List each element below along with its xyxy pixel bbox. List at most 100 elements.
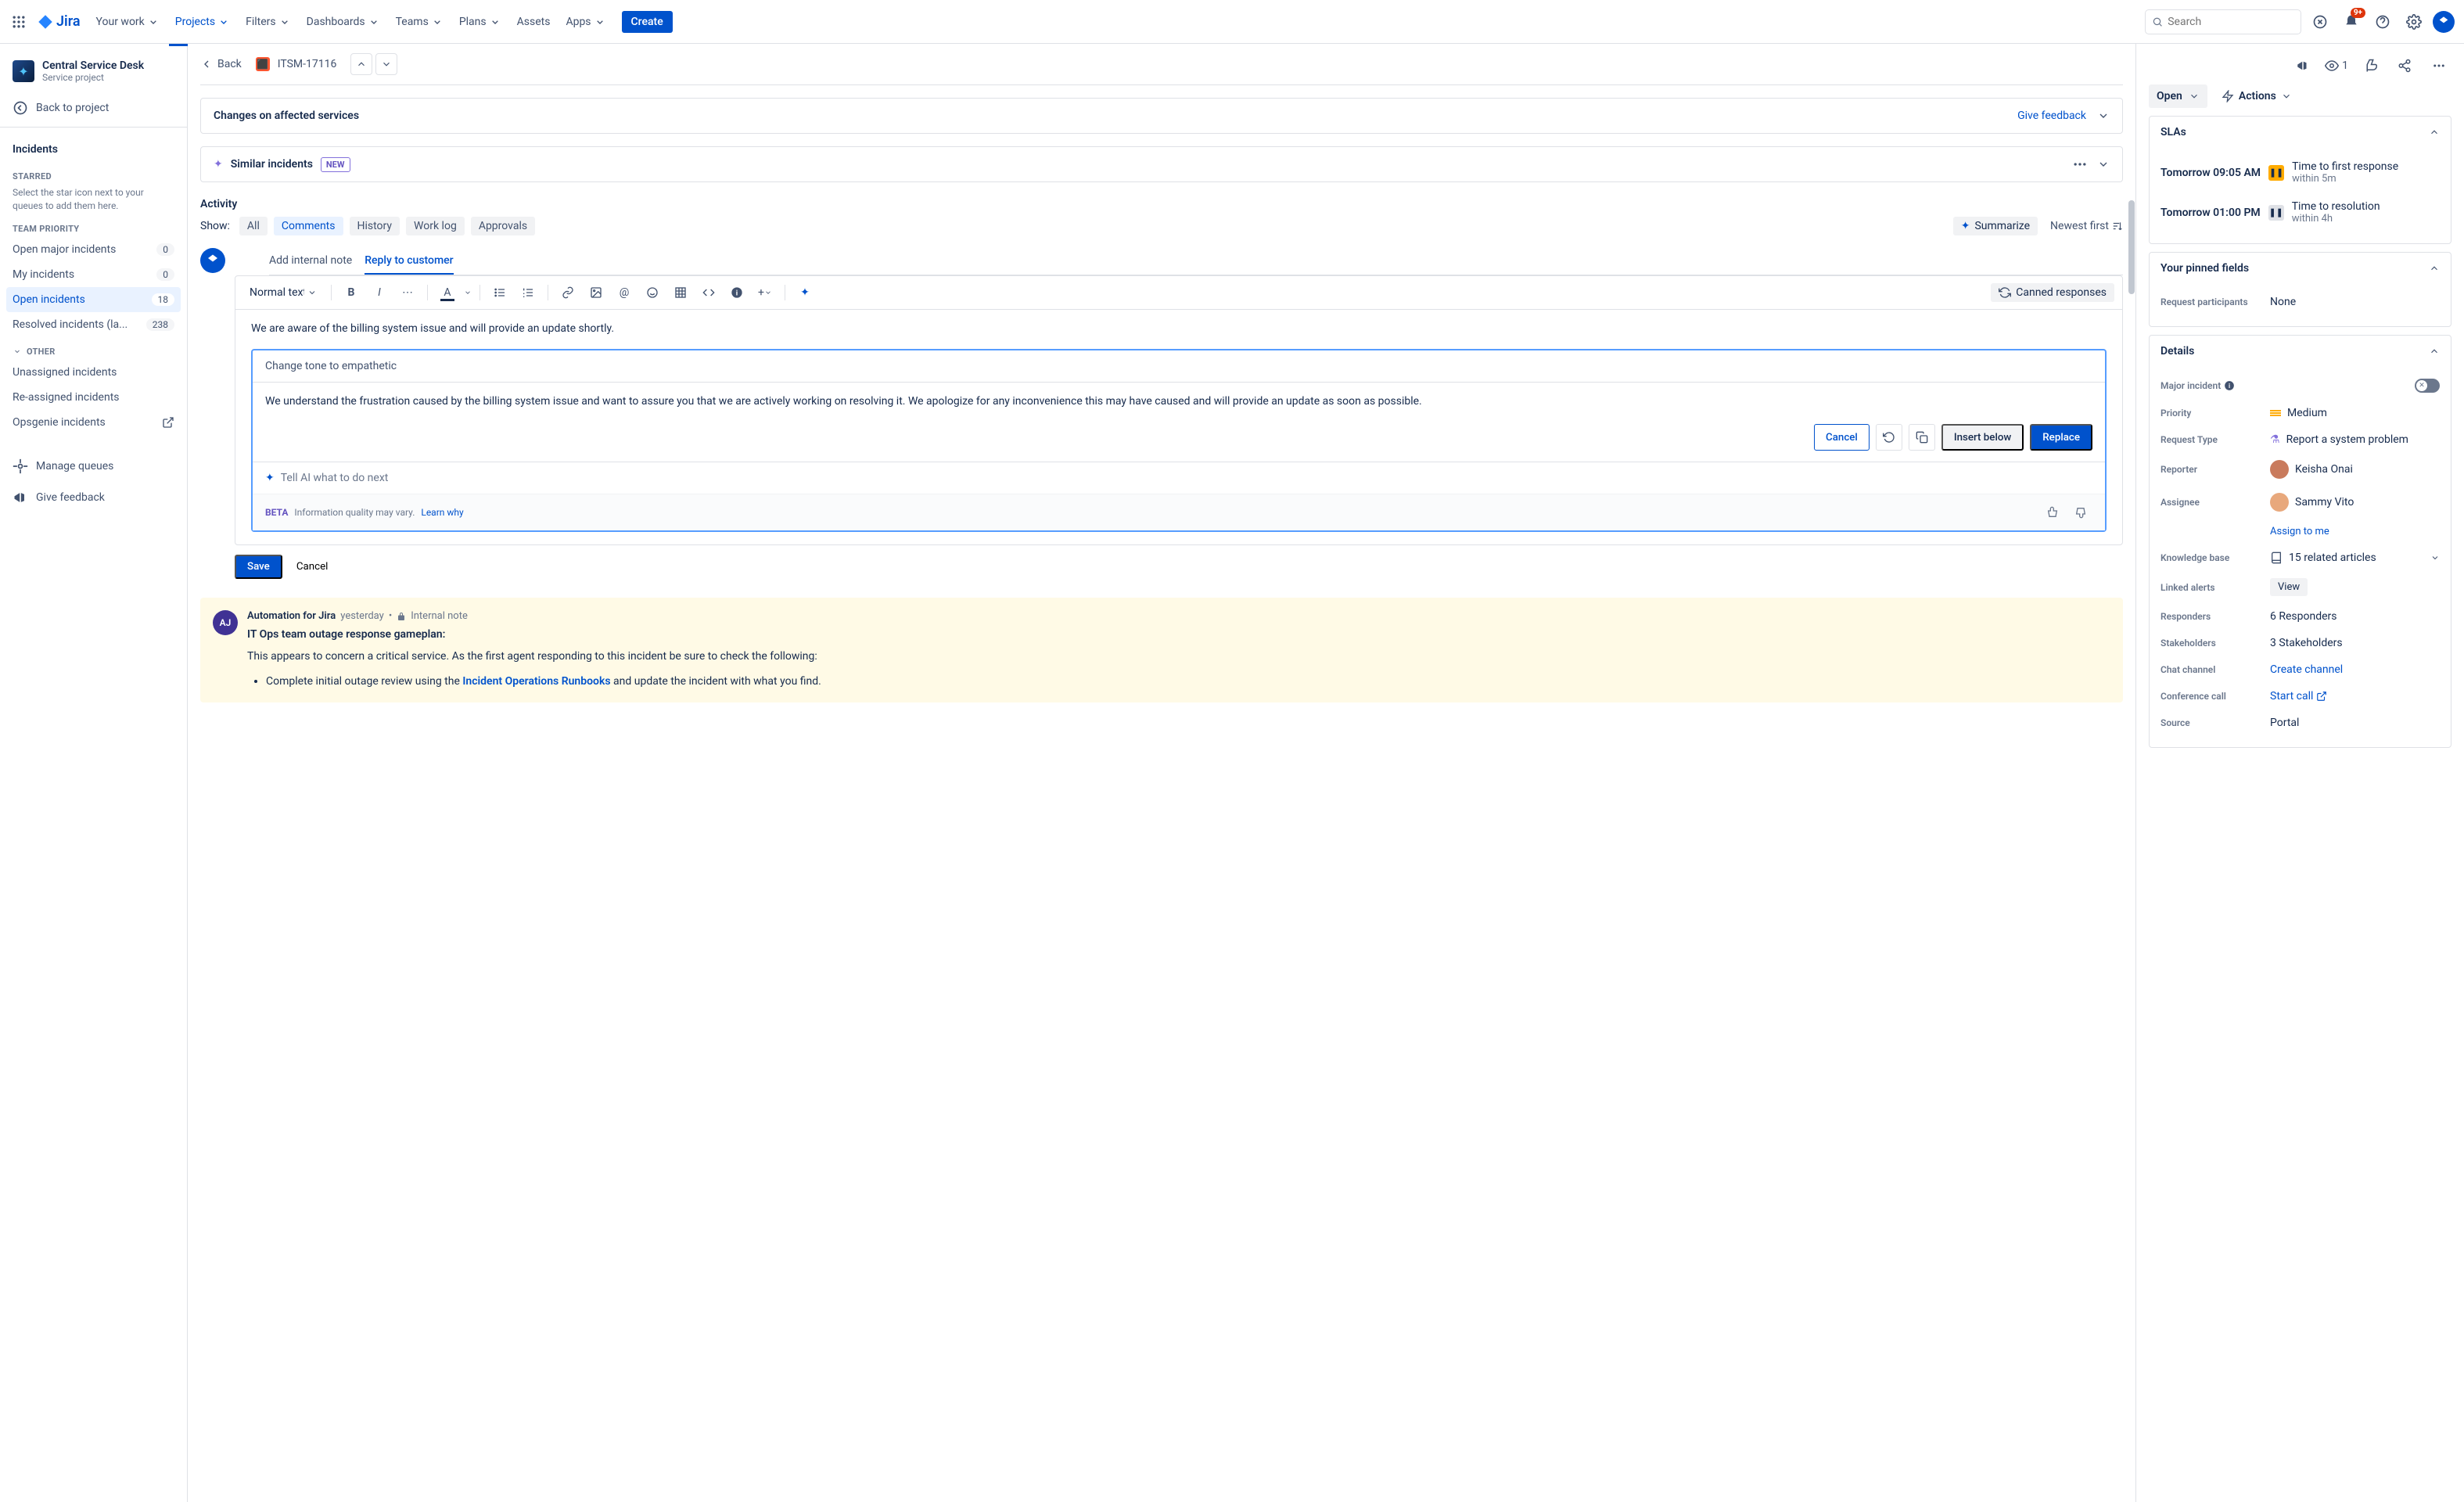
nav-apps[interactable]: Apps: [559, 9, 612, 34]
actions-dropdown[interactable]: Actions: [2215, 84, 2298, 108]
user-avatar[interactable]: [2433, 11, 2455, 33]
queue-unassigned[interactable]: Unassigned incidents: [6, 360, 181, 385]
tab-worklog[interactable]: Work log: [406, 217, 465, 235]
more-formatting-icon[interactable]: ⋯: [396, 281, 419, 304]
nav-plans[interactable]: Plans: [453, 9, 508, 34]
stakeholders-value[interactable]: 3 Stakeholders: [2270, 637, 2440, 649]
more-actions-icon[interactable]: [2426, 53, 2451, 78]
assignee-value[interactable]: Sammy Vito: [2270, 493, 2440, 512]
bold-icon[interactable]: B: [339, 281, 363, 304]
request-participants-value[interactable]: None: [2270, 296, 2440, 308]
assign-to-me-link[interactable]: Assign to me: [2270, 526, 2329, 537]
code-icon[interactable]: [697, 281, 720, 304]
linked-alerts-view[interactable]: View: [2270, 578, 2308, 596]
status-dropdown[interactable]: Open: [2149, 84, 2207, 108]
italic-icon[interactable]: I: [368, 281, 391, 304]
info-icon[interactable]: i: [725, 281, 749, 304]
nav-your-work[interactable]: Your work: [90, 9, 166, 34]
queue-open-incidents[interactable]: Open incidents18: [6, 287, 181, 312]
watchers-button[interactable]: 1: [2325, 59, 2348, 73]
slas-header[interactable]: SLAs: [2150, 117, 2451, 148]
note-author[interactable]: Automation for Jira: [247, 610, 336, 622]
pinned-header[interactable]: Your pinned fields: [2150, 253, 2451, 284]
nav-filters[interactable]: Filters: [239, 9, 297, 34]
priority-value[interactable]: Medium: [2270, 407, 2440, 419]
add-icon[interactable]: +: [753, 281, 777, 304]
queue-opsgenie[interactable]: Opsgenie incidents: [6, 410, 181, 435]
help-icon[interactable]: [2370, 9, 2395, 34]
retry-icon[interactable]: [1876, 424, 1902, 451]
ai-next-prompt[interactable]: ✦ Tell AI what to do next: [253, 462, 2105, 494]
runbooks-link[interactable]: Incident Operations Runbooks: [462, 675, 610, 688]
nav-projects[interactable]: Projects: [169, 9, 236, 34]
back-to-project[interactable]: Back to project: [6, 92, 181, 124]
replace-button[interactable]: Replace: [2030, 424, 2092, 451]
tab-all[interactable]: All: [239, 217, 268, 235]
copy-icon[interactable]: [1909, 424, 1935, 451]
info-icon[interactable]: i: [2224, 380, 2235, 391]
next-issue-button[interactable]: [375, 53, 397, 75]
create-channel-link[interactable]: Create channel: [2270, 663, 2343, 676]
save-button[interactable]: Save: [235, 555, 282, 579]
summarize-button[interactable]: ✦Summarize: [1953, 217, 2038, 235]
chevron-down-icon[interactable]: [2097, 110, 2110, 122]
tab-history[interactable]: History: [350, 217, 400, 235]
tab-comments[interactable]: Comments: [274, 217, 343, 235]
give-feedback-link[interactable]: Give feedback: [2017, 110, 2086, 122]
image-icon[interactable]: [584, 281, 608, 304]
bullet-list-icon[interactable]: [488, 281, 512, 304]
editor-original-text[interactable]: We are aware of the billing system issue…: [251, 322, 2107, 346]
reporter-value[interactable]: Keisha Onai: [2270, 460, 2440, 479]
emoji-icon[interactable]: [641, 281, 664, 304]
ai-cancel-button[interactable]: Cancel: [1814, 424, 1870, 451]
numbered-list-icon[interactable]: [516, 281, 540, 304]
scrollbar[interactable]: [2128, 44, 2135, 1502]
nav-teams[interactable]: Teams: [390, 9, 450, 34]
other-label[interactable]: OTHER: [6, 337, 181, 360]
jira-logo[interactable]: Jira: [38, 13, 81, 30]
major-incident-toggle[interactable]: ✕: [2415, 379, 2440, 393]
feedback-megaphone-icon[interactable]: [2290, 53, 2315, 78]
back-button[interactable]: Back: [200, 58, 248, 70]
notifications-icon[interactable]: 9+: [2339, 9, 2364, 34]
responders-value[interactable]: 6 Responders: [2270, 610, 2440, 623]
manage-queues[interactable]: Manage queues: [6, 451, 181, 482]
mention-icon[interactable]: @: [612, 281, 636, 304]
project-header[interactable]: ✦ Central Service Desk Service project: [6, 56, 181, 92]
compass-icon[interactable]: [2308, 9, 2333, 34]
prev-issue-button[interactable]: [350, 53, 372, 75]
search-input[interactable]: [2145, 9, 2301, 34]
table-icon[interactable]: [669, 281, 692, 304]
create-button[interactable]: Create: [622, 11, 673, 33]
tab-approvals[interactable]: Approvals: [471, 217, 535, 235]
issue-key[interactable]: ITSM-17116: [278, 58, 337, 70]
knowledge-base-dropdown[interactable]: 15 related articles: [2270, 552, 2440, 564]
text-style-dropdown[interactable]: Normal text: [243, 283, 323, 302]
nav-dashboards[interactable]: Dashboards: [300, 9, 386, 34]
details-header[interactable]: Details: [2150, 336, 2451, 367]
share-icon[interactable]: [2392, 53, 2417, 78]
chevron-down-icon[interactable]: [2097, 158, 2110, 171]
more-icon[interactable]: [2072, 156, 2088, 172]
tab-reply-customer[interactable]: Reply to customer: [365, 248, 453, 275]
cancel-button[interactable]: Cancel: [289, 555, 336, 579]
text-color-icon[interactable]: A: [436, 281, 459, 304]
sort-newest-first[interactable]: Newest first: [2050, 220, 2123, 232]
vote-icon[interactable]: [2358, 53, 2383, 78]
queue-resolved[interactable]: Resolved incidents (la...238: [6, 312, 181, 337]
search-field[interactable]: [2168, 16, 2294, 28]
insert-below-button[interactable]: Insert below: [1941, 424, 2024, 451]
queue-reassigned[interactable]: Re-assigned incidents: [6, 385, 181, 410]
request-type-value[interactable]: ⚗ Report a system problem: [2270, 433, 2440, 446]
thumbs-up-icon[interactable]: [2041, 501, 2064, 524]
link-icon[interactable]: [556, 281, 580, 304]
queue-open-major[interactable]: Open major incidents0: [6, 237, 181, 262]
canned-responses-button[interactable]: Canned responses: [1991, 283, 2114, 302]
learn-why-link[interactable]: Learn why: [421, 507, 463, 518]
app-switcher-icon[interactable]: [9, 13, 28, 31]
queue-my-incidents[interactable]: My incidents0: [6, 262, 181, 287]
tab-add-internal-note[interactable]: Add internal note: [269, 248, 352, 275]
give-feedback-sidebar[interactable]: Give feedback: [6, 482, 181, 513]
ai-icon[interactable]: ✦: [793, 281, 817, 304]
thumbs-down-icon[interactable]: [2069, 501, 2092, 524]
